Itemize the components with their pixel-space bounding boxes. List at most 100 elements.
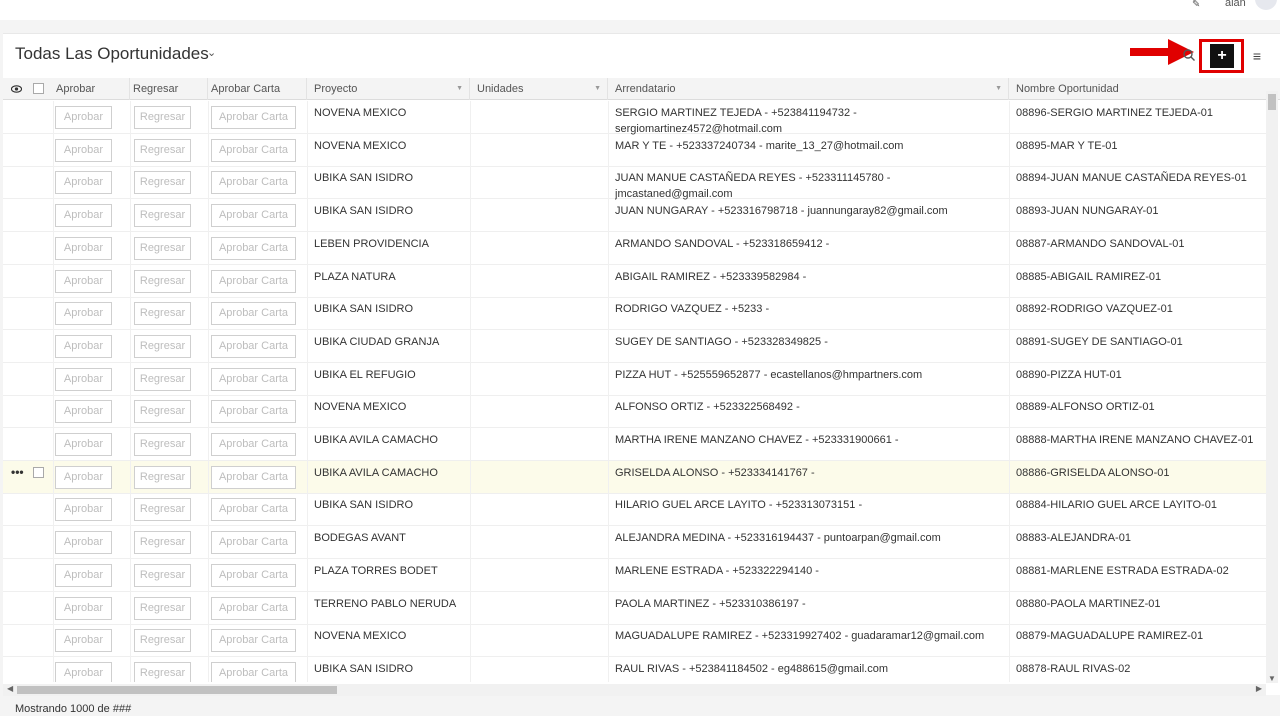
regresar-button[interactable]: Regresar — [134, 433, 191, 456]
table-row[interactable]: Aprobar Regresar Aprobar Carta UBIKA SAN IS… — [3, 493, 1266, 527]
table-row[interactable]: Aprobar Regresar Aprobar Carta LEBEN PROVID… — [3, 231, 1266, 265]
aprobar-button[interactable]: Aprobar — [55, 171, 112, 195]
aprobar-carta-button[interactable]: Aprobar Carta — [211, 367, 296, 391]
aprobar-button[interactable]: Aprobar — [55, 106, 112, 129]
aprobar-carta-button[interactable]: Aprobar Carta — [211, 531, 296, 555]
regresar-button[interactable]: Regresar — [134, 465, 191, 489]
column-header-regresar[interactable]: Regresar — [130, 78, 208, 100]
table-row[interactable]: Aprobar Regresar Aprobar Carta UBIKA EL REF… — [3, 362, 1266, 396]
chevron-down-icon[interactable]: ⌄ — [207, 46, 216, 59]
aprobar-button[interactable]: Aprobar — [55, 629, 112, 653]
table-row[interactable]: Aprobar Regresar Aprobar Carta TERRENO PABL… — [3, 591, 1266, 625]
aprobar-carta-button[interactable]: Aprobar Carta — [211, 171, 296, 195]
avatar[interactable] — [1255, 0, 1277, 10]
nombre-oportunidad-cell[interactable]: 08887-ARMANDO SANDOVAL-01 — [1016, 236, 1264, 252]
aprobar-button[interactable]: Aprobar — [55, 661, 112, 682]
nombre-oportunidad-cell[interactable]: 08891-SUGEY DE SANTIAGO-01 — [1016, 334, 1264, 350]
horizontal-scrollbar[interactable]: ◀ ▶ — [3, 684, 1266, 696]
table-row[interactable]: Aprobar Regresar Aprobar Carta UBIKA SAN IS… — [3, 199, 1266, 233]
aprobar-carta-button[interactable]: Aprobar Carta — [211, 138, 296, 162]
aprobar-carta-button[interactable]: Aprobar Carta — [211, 204, 296, 228]
row-checkbox[interactable] — [33, 466, 44, 478]
aprobar-button[interactable]: Aprobar — [55, 367, 112, 391]
table-row[interactable]: ••• Aprobar Regresar Aprobar Carta UBIKA AVI… — [3, 460, 1266, 494]
aprobar-carta-button[interactable]: Aprobar Carta — [211, 433, 296, 456]
regresar-button[interactable]: Regresar — [134, 563, 191, 587]
nombre-oportunidad-cell[interactable]: 08879-MAGUADALUPE RAMIREZ-01 — [1016, 628, 1264, 644]
aprobar-button[interactable]: Aprobar — [55, 400, 112, 424]
nombre-oportunidad-cell[interactable]: 08895-MAR Y TE-01 — [1016, 138, 1264, 154]
nombre-oportunidad-cell[interactable]: 08888-MARTHA IRENE MANZANO CHAVEZ-01 — [1016, 432, 1264, 448]
regresar-button[interactable]: Regresar — [134, 236, 191, 260]
aprobar-button[interactable]: Aprobar — [55, 531, 112, 555]
nombre-oportunidad-cell[interactable]: 08878-RAUL RIVAS-02 — [1016, 661, 1264, 677]
aprobar-carta-button[interactable]: Aprobar Carta — [211, 106, 296, 129]
scroll-right-icon[interactable]: ▶ — [1256, 684, 1262, 693]
regresar-button[interactable]: Regresar — [134, 204, 191, 228]
table-row[interactable]: Aprobar Regresar Aprobar Carta NOVENA MEXIC… — [3, 101, 1266, 135]
nombre-oportunidad-cell[interactable]: 08889-ALFONSO ORTIZ-01 — [1016, 399, 1264, 415]
regresar-button[interactable]: Regresar — [134, 334, 191, 358]
column-header-arrendatario[interactable]: Arrendatario ▼ — [608, 78, 1009, 100]
nombre-oportunidad-cell[interactable]: 08890-PIZZA HUT-01 — [1016, 367, 1264, 383]
regresar-button[interactable]: Regresar — [134, 498, 191, 522]
regresar-button[interactable]: Regresar — [134, 302, 191, 326]
aprobar-carta-button[interactable]: Aprobar Carta — [211, 269, 296, 293]
column-header-nombre-oportunidad[interactable]: Nombre Oportunidad — [1009, 78, 1266, 100]
nombre-oportunidad-cell[interactable]: 08896-SERGIO MARTINEZ TEJEDA-01 — [1016, 105, 1264, 121]
regresar-button[interactable]: Regresar — [134, 367, 191, 391]
regresar-button[interactable]: Regresar — [134, 629, 191, 653]
table-row[interactable]: Aprobar Regresar Aprobar Carta PLAZA NATURA… — [3, 264, 1266, 298]
page-title[interactable]: Todas Las Oportunidades — [15, 44, 209, 64]
regresar-button[interactable]: Regresar — [134, 138, 191, 162]
table-row[interactable]: Aprobar Regresar Aprobar Carta UBIKA SAN IS… — [3, 297, 1266, 331]
nombre-oportunidad-cell[interactable]: 08886-GRISELDA ALONSO-01 — [1016, 465, 1264, 481]
aprobar-carta-button[interactable]: Aprobar Carta — [211, 400, 296, 424]
aprobar-carta-button[interactable]: Aprobar Carta — [211, 236, 296, 260]
aprobar-carta-button[interactable]: Aprobar Carta — [211, 334, 296, 358]
user-name[interactable]: alan — [1225, 0, 1246, 9]
table-row[interactable]: Aprobar Regresar Aprobar Carta UBIKA CIUDAD… — [3, 329, 1266, 363]
search-icon[interactable] — [1182, 48, 1196, 62]
nombre-oportunidad-cell[interactable]: 08892-RODRIGO VAZQUEZ-01 — [1016, 301, 1264, 317]
table-row[interactable]: Aprobar Regresar Aprobar Carta NOVENA MEXIC… — [3, 133, 1266, 167]
aprobar-button[interactable]: Aprobar — [55, 236, 112, 260]
nombre-oportunidad-cell[interactable]: 08884-HILARIO GUEL ARCE LAYITO-01 — [1016, 497, 1264, 513]
table-row[interactable]: Aprobar Regresar Aprobar Carta UBIKA SAN IS… — [3, 166, 1266, 200]
nombre-oportunidad-cell[interactable]: 08881-MARLENE ESTRADA ESTRADA-02 — [1016, 563, 1264, 579]
notification-icon[interactable]: ✎ — [1192, 0, 1204, 10]
sort-icon[interactable]: ▼ — [594, 78, 601, 100]
scrollbar-thumb[interactable] — [17, 686, 337, 694]
eye-icon[interactable] — [11, 84, 22, 94]
aprobar-button[interactable]: Aprobar — [55, 433, 112, 456]
nombre-oportunidad-cell[interactable]: 08893-JUAN NUNGARAY-01 — [1016, 203, 1264, 219]
aprobar-button[interactable]: Aprobar — [55, 465, 112, 489]
scroll-down-icon[interactable]: ▼ — [1268, 674, 1276, 683]
aprobar-button[interactable]: Aprobar — [55, 204, 112, 228]
sort-icon[interactable]: ▼ — [995, 78, 1002, 100]
aprobar-button[interactable]: Aprobar — [55, 302, 112, 326]
select-all-checkbox[interactable] — [33, 83, 44, 94]
regresar-button[interactable]: Regresar — [134, 106, 191, 129]
regresar-button[interactable]: Regresar — [134, 661, 191, 682]
scrollbar-thumb[interactable] — [1268, 94, 1276, 110]
row-actions-icon[interactable]: ••• — [11, 465, 24, 479]
regresar-button[interactable]: Regresar — [134, 596, 191, 620]
aprobar-carta-button[interactable]: Aprobar Carta — [211, 661, 296, 682]
aprobar-carta-button[interactable]: Aprobar Carta — [211, 629, 296, 653]
nombre-oportunidad-cell[interactable]: 08883-ALEJANDRA-01 — [1016, 530, 1264, 546]
regresar-button[interactable]: Regresar — [134, 171, 191, 195]
column-header-aprobar[interactable]: Aprobar — [53, 78, 130, 100]
column-header-aprobar-carta[interactable]: Aprobar Carta — [208, 78, 307, 100]
aprobar-button[interactable]: Aprobar — [55, 269, 112, 293]
column-header-proyecto[interactable]: Proyecto ▼ — [307, 78, 470, 100]
table-row[interactable]: Aprobar Regresar Aprobar Carta NOVENA MEXIC… — [3, 624, 1266, 658]
aprobar-button[interactable]: Aprobar — [55, 138, 112, 162]
table-row[interactable]: Aprobar Regresar Aprobar Carta UBIKA AVILA … — [3, 428, 1266, 461]
aprobar-carta-button[interactable]: Aprobar Carta — [211, 302, 296, 326]
regresar-button[interactable]: Regresar — [134, 531, 191, 555]
regresar-button[interactable]: Regresar — [134, 400, 191, 424]
nombre-oportunidad-cell[interactable]: 08894-JUAN MANUE CASTAÑEDA REYES-01 — [1016, 170, 1264, 186]
scroll-left-icon[interactable]: ◀ — [7, 684, 13, 693]
nombre-oportunidad-cell[interactable]: 08885-ABIGAIL RAMIREZ-01 — [1016, 269, 1264, 285]
